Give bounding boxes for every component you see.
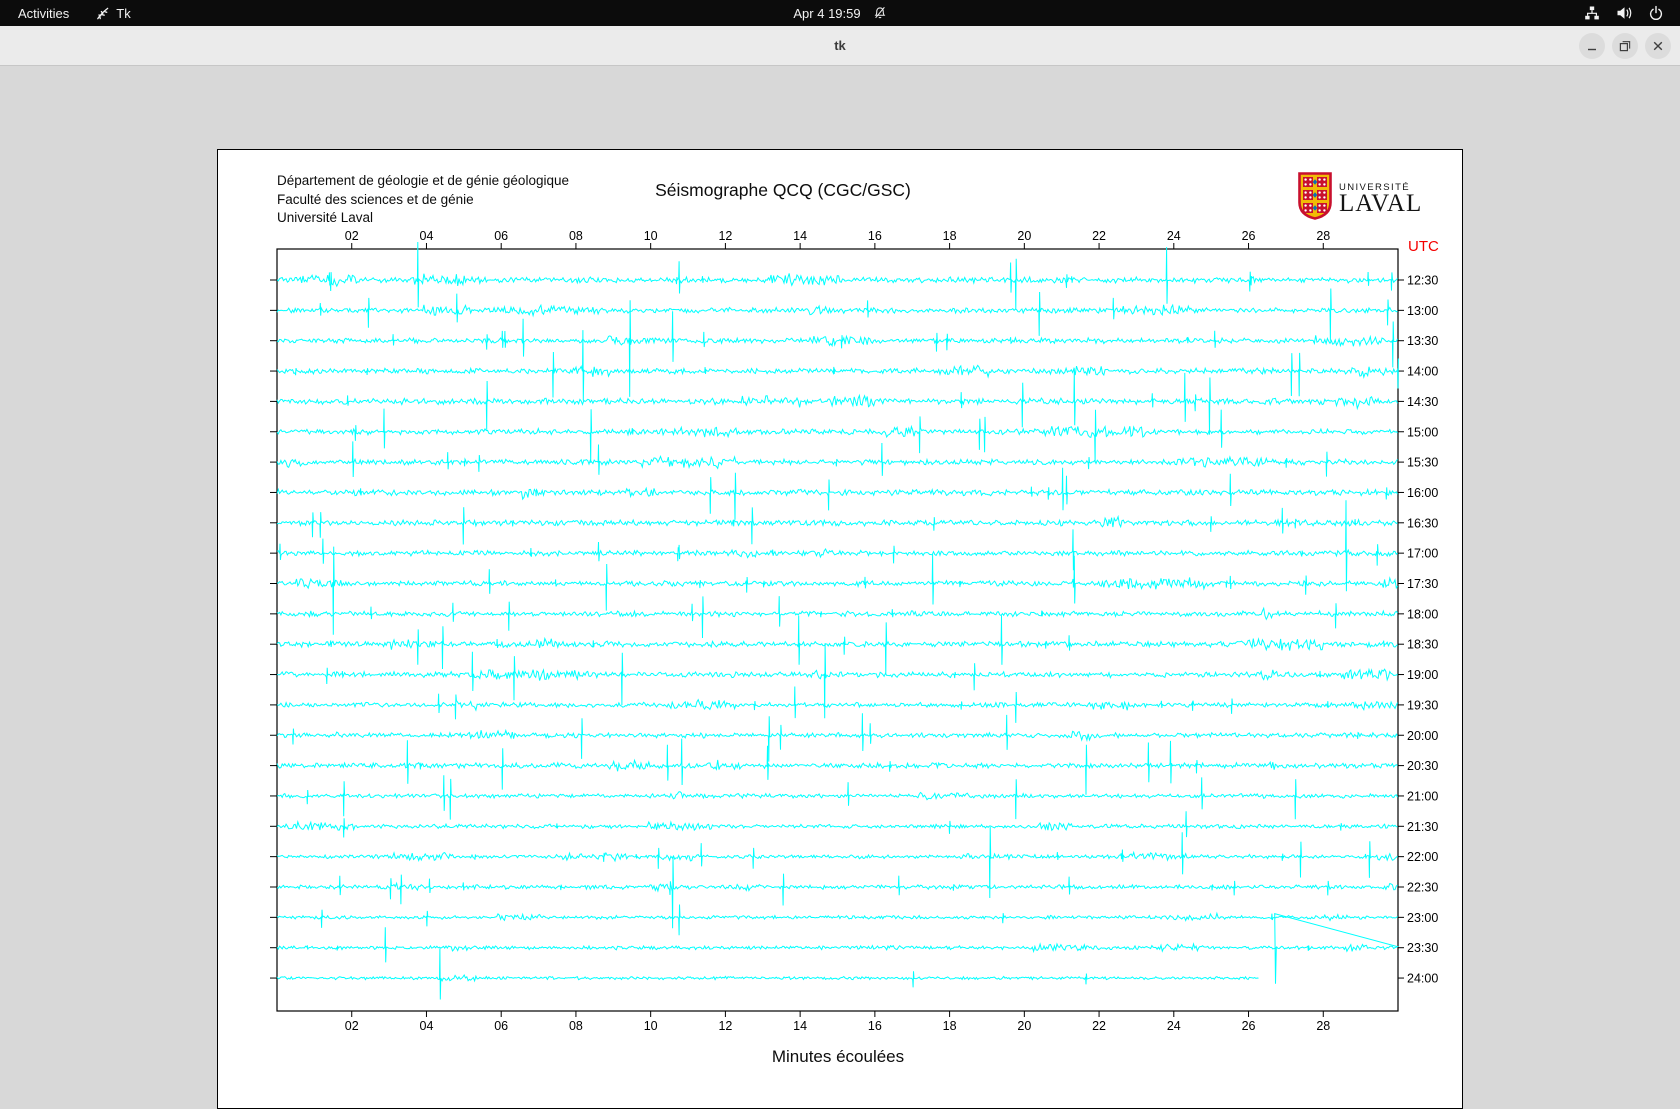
x-tick-label-top: 24 — [1167, 229, 1181, 243]
time-label: 19:30 — [1407, 698, 1438, 712]
power-icon[interactable] — [1648, 5, 1664, 21]
x-tick-label-top: 02 — [345, 229, 359, 243]
tk-window-content: 02 02 04 04 06 06 08 08 10 10 12 12 14 14 16 16 18 18 20 20… — [0, 66, 1680, 1050]
x-tick-label-top: 14 — [793, 229, 807, 243]
seismogram-trace-row-23:30 — [277, 914, 1398, 984]
x-tick-label-top: 12 — [718, 229, 732, 243]
universite-laval-logo: UNIVERSITÉ LAVAL — [1298, 172, 1422, 225]
time-label: 18:30 — [1407, 638, 1438, 652]
window-title-bar: tk — [0, 26, 1680, 66]
time-label: 16:30 — [1407, 516, 1438, 530]
seismogram-trace-row-12:30 — [277, 242, 1398, 310]
seismogram-trace-row-19:00 — [277, 643, 1398, 718]
time-label: 14:30 — [1407, 395, 1438, 409]
x-tick-label-bottom: 02 — [345, 1019, 359, 1033]
time-label: 19:00 — [1407, 668, 1438, 682]
x-tick-label-top: 04 — [420, 229, 434, 243]
seismogram-trace-row-15:30 — [277, 441, 1398, 477]
time-label: 13:30 — [1407, 334, 1438, 348]
seismogram-trace-row-17:00 — [277, 500, 1398, 591]
seismogram-trace-row-18:00 — [277, 596, 1398, 638]
notifications-muted-icon — [873, 6, 887, 20]
seismogram-trace-row-24:00 — [277, 948, 1259, 999]
time-label: 12:30 — [1407, 274, 1438, 288]
seismogram-trace-row-21:30 — [277, 811, 1398, 837]
close-button[interactable] — [1645, 33, 1671, 59]
plot-title: Séismographe QCQ (CGC/GSC) — [655, 180, 911, 201]
x-tick-label-top: 20 — [1017, 229, 1031, 243]
logo-text-laval: LAVAL — [1339, 193, 1422, 215]
time-label: 22:00 — [1407, 850, 1438, 864]
x-tick-label-bottom: 06 — [494, 1019, 508, 1033]
seismogram-trace-row-14:30 — [277, 368, 1398, 434]
time-label: 23:30 — [1407, 941, 1438, 955]
x-tick-label-top: 22 — [1092, 229, 1106, 243]
x-tick-label-bottom: 04 — [420, 1019, 434, 1033]
maximize-button[interactable] — [1612, 33, 1638, 59]
institution-line-3: Université Laval — [277, 209, 569, 228]
seismogram-trace-row-13:30 — [277, 300, 1398, 397]
x-tick-label-bottom: 16 — [868, 1019, 882, 1033]
x-tick-label-top: 26 — [1242, 229, 1256, 243]
network-icon[interactable] — [1584, 5, 1600, 21]
seismogram-trace-row-19:30 — [277, 687, 1398, 723]
institution-line-1: Département de géologie et de génie géol… — [277, 172, 569, 191]
time-label: 14:00 — [1407, 365, 1438, 379]
institution-line-2: Faculté des sciences et de génie — [277, 191, 569, 210]
time-label: 23:00 — [1407, 911, 1438, 925]
institution-header: Département de géologie et de génie géol… — [277, 172, 569, 228]
x-tick-label-bottom: 08 — [569, 1019, 583, 1033]
time-label: 22:30 — [1407, 881, 1438, 895]
time-label: 13:00 — [1407, 304, 1438, 318]
window-title: tk — [0, 26, 1680, 65]
x-tick-label-bottom: 22 — [1092, 1019, 1106, 1033]
clock-label: Apr 4 19:59 — [793, 6, 860, 21]
seismogram-trace-row-18:30 — [277, 616, 1398, 675]
x-tick-label-top: 18 — [943, 229, 957, 243]
x-tick-label-bottom: 18 — [943, 1019, 957, 1033]
x-tick-label-bottom: 26 — [1242, 1019, 1256, 1033]
time-label: 16:00 — [1407, 486, 1438, 500]
plot-frame — [277, 249, 1398, 1011]
time-label: 17:00 — [1407, 547, 1438, 561]
x-tick-label-bottom: 14 — [793, 1019, 807, 1033]
minimize-button[interactable] — [1579, 33, 1605, 59]
time-label: 21:30 — [1407, 820, 1438, 834]
x-tick-label-bottom: 10 — [644, 1019, 658, 1033]
time-label: 15:30 — [1407, 456, 1438, 470]
seismogram-plot: 02 02 04 04 06 06 08 08 10 10 12 12 14 14 16 16 18 18 20 20… — [218, 150, 1462, 1108]
x-tick-label-top: 08 — [569, 229, 583, 243]
seismogram-trace-row-23:00 — [277, 905, 1398, 936]
volume-icon[interactable] — [1616, 5, 1632, 21]
x-tick-label-top: 28 — [1316, 229, 1330, 243]
laval-shield-icon — [1298, 172, 1332, 225]
x-tick-label-top: 16 — [868, 229, 882, 243]
seismogram-trace-row-20:30 — [277, 739, 1398, 795]
x-tick-label-bottom: 28 — [1316, 1019, 1330, 1033]
x-axis-title: Minutes écoulées — [772, 1047, 904, 1067]
seismogram-trace-row-21:00 — [277, 775, 1398, 819]
x-tick-label-bottom: 12 — [718, 1019, 732, 1033]
seismogram-trace-row-16:00 — [277, 468, 1398, 520]
seismogram-trace-row-13:00 — [277, 289, 1398, 341]
time-label: 17:30 — [1407, 577, 1438, 591]
seismogram-trace-row-17:30 — [277, 547, 1398, 635]
time-label: 21:00 — [1407, 789, 1438, 803]
seismograph-canvas: 02 02 04 04 06 06 08 08 10 10 12 12 14 14 16 16 18 18 20 20… — [217, 149, 1463, 1109]
x-tick-label-bottom: 20 — [1017, 1019, 1031, 1033]
utc-axis-label: UTC — [1408, 238, 1439, 255]
seismogram-trace-row-20:00 — [277, 713, 1398, 761]
time-label: 18:00 — [1407, 607, 1438, 621]
seismogram-trace-row-16:30 — [277, 507, 1398, 544]
seismogram-trace-row-15:00 — [277, 409, 1398, 463]
time-label: 20:30 — [1407, 759, 1438, 773]
time-label: 15:00 — [1407, 425, 1438, 439]
x-tick-label-top: 10 — [644, 229, 658, 243]
clock-menu[interactable]: Apr 4 19:59 — [0, 0, 1680, 26]
time-label: 24:00 — [1407, 972, 1438, 986]
x-tick-label-bottom: 24 — [1167, 1019, 1181, 1033]
gnome-top-bar: Activities Tk Apr 4 19:59 — [0, 0, 1680, 26]
time-label: 20:00 — [1407, 729, 1438, 743]
x-tick-label-top: 06 — [494, 229, 508, 243]
